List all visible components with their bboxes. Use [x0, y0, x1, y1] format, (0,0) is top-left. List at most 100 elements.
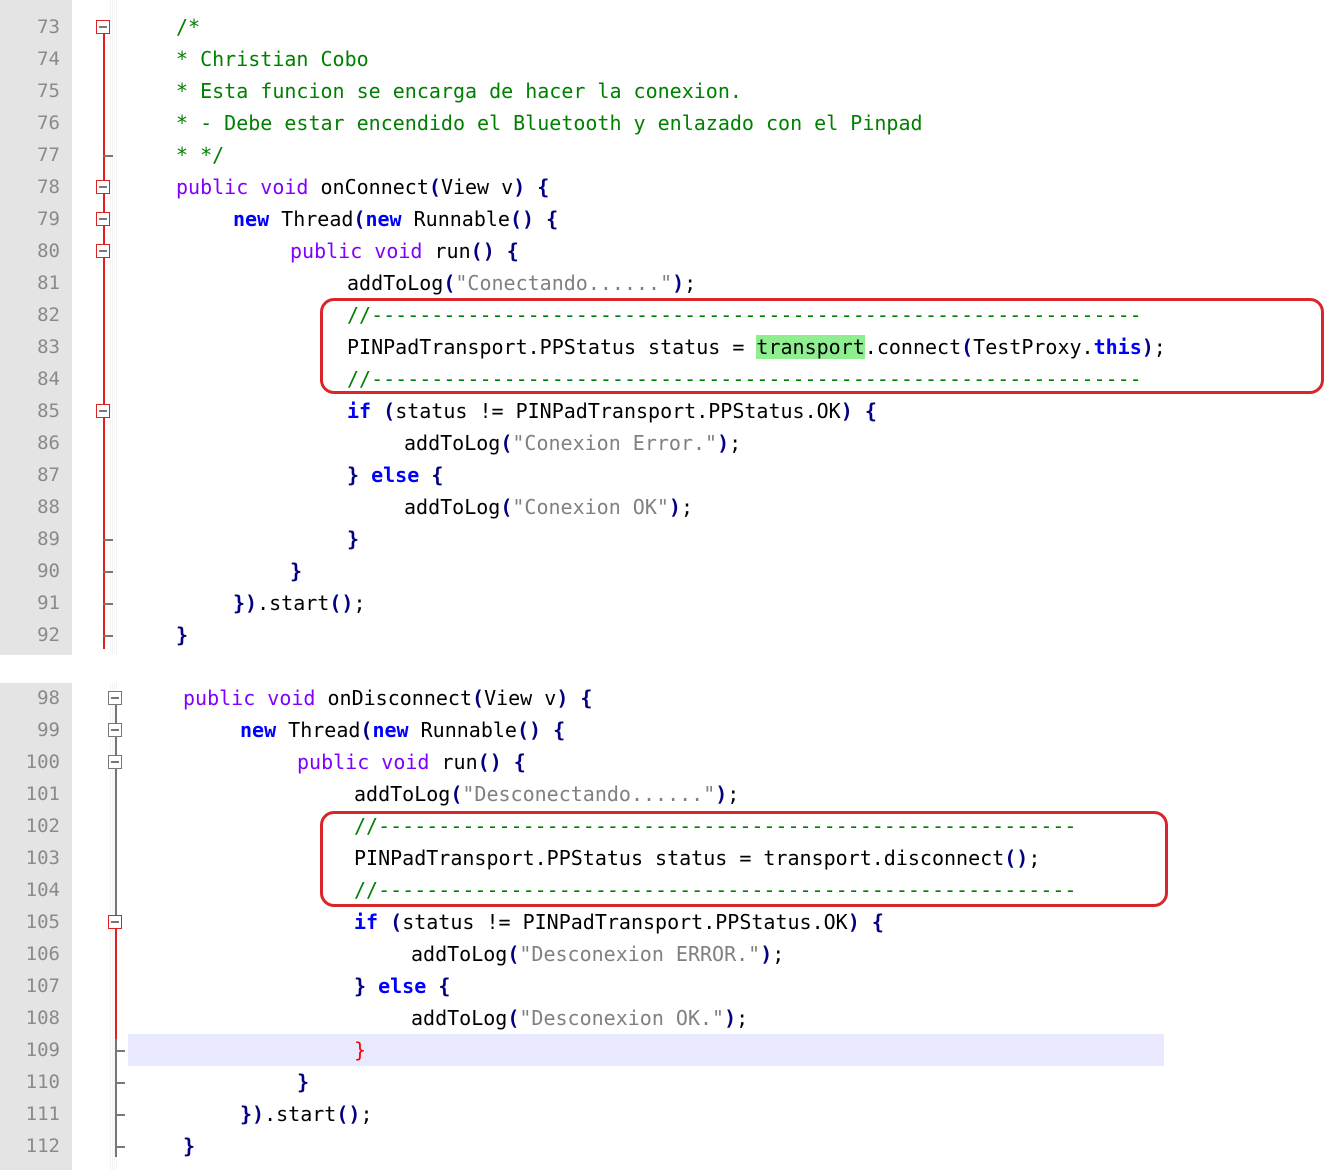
code-text[interactable]: * - Debe estar encendido el Bluetooth y … [176, 107, 923, 139]
code-text[interactable]: if (status != PINPadTransport.PPStatus.O… [354, 906, 884, 938]
code-line[interactable]: 81 addToLog("Conectando......"); [0, 267, 1338, 299]
fold-toggle-icon[interactable] [96, 404, 110, 418]
code-text[interactable]: addToLog("Desconexion OK."); [411, 1002, 748, 1034]
code-text[interactable]: new Thread(new Runnable() { [240, 714, 565, 746]
code-text[interactable]: //--------------------------------------… [347, 299, 1142, 331]
fold-toggle-icon[interactable] [96, 20, 110, 34]
code-line[interactable]: 91}).start(); [0, 587, 1338, 619]
line-number: 102 [25, 815, 60, 837]
code-line[interactable]: 83 PINPadTransport.PPStatus status = tran… [0, 331, 1338, 363]
line-number: 78 [37, 176, 60, 198]
line-number: 83 [37, 336, 60, 358]
line-number: 85 [37, 400, 60, 422]
code-text[interactable]: public void run() { [297, 746, 526, 778]
code-line[interactable]: 73 /* [0, 11, 1338, 43]
code-text[interactable]: public void run() { [290, 235, 519, 267]
code-text[interactable]: addToLog("Desconexion ERROR."); [411, 938, 784, 970]
code-line[interactable]: 92} [0, 619, 1338, 651]
fold-toggle-icon[interactable] [108, 755, 122, 769]
code-line[interactable]: 77 * */ [0, 139, 1338, 171]
line-number: 81 [37, 272, 60, 294]
code-line[interactable]: 89} [0, 523, 1338, 555]
fold-end-marker [103, 571, 113, 573]
code-line[interactable]: 103 PINPadTransport.PPStatus status = tra… [0, 842, 1338, 874]
code-line[interactable]: 112} [0, 1130, 1338, 1162]
code-text[interactable]: }).start(); [233, 587, 365, 619]
fold-end-marker [115, 1146, 125, 1148]
code-text[interactable]: } [354, 1034, 366, 1066]
code-line[interactable]: 98 public void onDisconnect(View v) { [0, 682, 1338, 714]
code-line[interactable]: 101 addToLog("Desconectando......"); [0, 778, 1338, 810]
code-line[interactable]: 104 //-----------------------------------… [0, 874, 1338, 906]
code-text[interactable]: if (status != PINPadTransport.PPStatus.O… [347, 395, 877, 427]
code-line[interactable]: 79 new Thread(new Runnable() { [0, 203, 1338, 235]
line-number: 75 [37, 80, 60, 102]
code-line[interactable]: 105 if (status != PINPadTransport.PPStatu… [0, 906, 1338, 938]
line-number: 90 [37, 560, 60, 582]
code-line[interactable]: 87} else { [0, 459, 1338, 491]
code-line[interactable]: 88 addToLog("Conexion OK"); [0, 491, 1338, 523]
code-line[interactable]: 78 public void onConnect(View v) { [0, 171, 1338, 203]
code-text[interactable]: //--------------------------------------… [354, 810, 1076, 842]
fold-toggle-icon[interactable] [108, 915, 122, 929]
code-text[interactable]: } else { [354, 970, 450, 1002]
code-text[interactable]: PINPadTransport.PPStatus status = transp… [347, 331, 1166, 363]
fold-toggle-icon[interactable] [96, 180, 110, 194]
code-text[interactable]: } [176, 619, 188, 651]
code-text[interactable]: } [297, 1066, 309, 1098]
line-number: 110 [25, 1071, 60, 1093]
line-number: 104 [25, 879, 60, 901]
code-line[interactable]: 107} else { [0, 970, 1338, 1002]
code-text[interactable]: //--------------------------------------… [354, 874, 1076, 906]
code-text[interactable]: * Esta funcion se encarga de hacer la co… [176, 75, 742, 107]
line-number: 99 [37, 719, 60, 741]
code-line[interactable]: 110} [0, 1066, 1338, 1098]
fold-toggle-icon[interactable] [96, 244, 110, 258]
code-text[interactable]: } [347, 523, 359, 555]
code-line[interactable]: 111 }).start(); [0, 1098, 1338, 1130]
line-number: 111 [25, 1103, 60, 1125]
code-text[interactable]: //--------------------------------------… [347, 363, 1142, 395]
code-text[interactable]: } else { [347, 459, 443, 491]
code-line[interactable]: 80 public void run() { [0, 235, 1338, 267]
code-text[interactable]: * Christian Cobo [176, 43, 369, 75]
code-text[interactable]: /* [176, 11, 200, 43]
code-text[interactable]: new Thread(new Runnable() { [233, 203, 558, 235]
code-line[interactable]: 90} [0, 555, 1338, 587]
line-number: 74 [37, 48, 60, 70]
code-text[interactable]: public void onDisconnect(View v) { [183, 682, 592, 714]
line-number: 76 [37, 112, 60, 134]
code-text[interactable]: public void onConnect(View v) { [176, 171, 549, 203]
line-number: 79 [37, 208, 60, 230]
code-line[interactable]: 102 //-----------------------------------… [0, 810, 1338, 842]
fold-toggle-icon[interactable] [96, 212, 110, 226]
fold-toggle-icon[interactable] [108, 691, 122, 705]
code-line[interactable]: 99 new Thread(new Runnable() { [0, 714, 1338, 746]
code-line[interactable]: 106 addToLog("Desconexion ERROR."); [0, 938, 1338, 970]
code-line[interactable]: 74 * Christian Cobo [0, 43, 1338, 75]
code-text[interactable]: * */ [176, 139, 224, 171]
code-line[interactable]: 85 if (status != PINPadTransport.PPStatus… [0, 395, 1338, 427]
code-line[interactable]: 86 addToLog("Conexion Error."); [0, 427, 1338, 459]
line-number: 88 [37, 496, 60, 518]
code-line[interactable]: 84 //------------------------------------… [0, 363, 1338, 395]
code-line[interactable]: 82 //------------------------------------… [0, 299, 1338, 331]
code-text[interactable]: addToLog("Conexion OK"); [404, 491, 693, 523]
code-text[interactable]: }).start(); [240, 1098, 372, 1130]
line-number: 108 [25, 1007, 60, 1029]
code-text[interactable]: addToLog("Conectando......"); [347, 267, 696, 299]
code-line[interactable]: 108 addToLog("Desconexion OK."); [0, 1002, 1338, 1034]
line-number: 100 [25, 751, 60, 773]
code-text[interactable]: PINPadTransport.PPStatus status = transp… [354, 842, 1040, 874]
code-text[interactable]: } [290, 555, 302, 587]
code-line[interactable]: 100 public void run() { [0, 746, 1338, 778]
code-text[interactable]: addToLog("Desconectando......"); [354, 778, 739, 810]
fold-toggle-icon[interactable] [108, 723, 122, 737]
code-text[interactable]: addToLog("Conexion Error."); [404, 427, 741, 459]
line-number: 103 [25, 847, 60, 869]
code-line[interactable]: 76 * - Debe estar encendido el Bluetooth … [0, 107, 1338, 139]
code-text[interactable]: } [183, 1130, 195, 1162]
code-line[interactable]: 109} [0, 1034, 1338, 1066]
fold-end-marker [115, 1082, 125, 1084]
code-line[interactable]: 75 * Esta funcion se encarga de hacer la … [0, 75, 1338, 107]
